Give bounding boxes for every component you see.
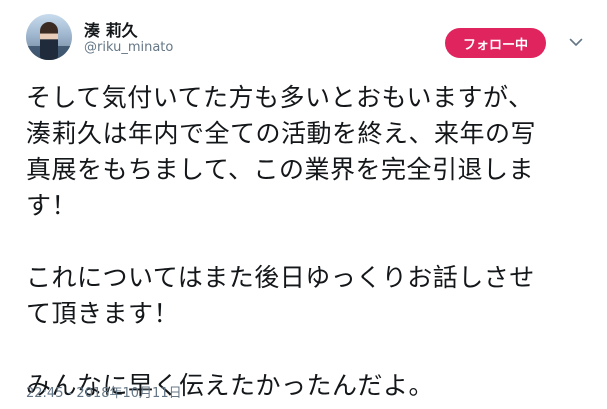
user-handle[interactable]: @riku_minato [84, 40, 173, 55]
display-name[interactable]: 湊 莉久 [84, 17, 138, 41]
tweet-card: 湊 莉久 @riku_minato フォロー中 そして気付いてた方も多いとおもい… [0, 0, 607, 409]
following-button[interactable]: フォロー中 [445, 28, 546, 58]
chevron-down-icon [569, 38, 583, 46]
avatar-figure [40, 22, 58, 60]
avatar[interactable] [26, 14, 72, 60]
tweet-text: そして気付いてた方も多いとおもいますが、 湊莉久は年内で全ての活動を終え、来年の… [26, 83, 537, 400]
tweet-timestamp[interactable]: 22:45 - 2018年10月11日 [26, 382, 182, 401]
more-options-button[interactable] [566, 32, 586, 52]
